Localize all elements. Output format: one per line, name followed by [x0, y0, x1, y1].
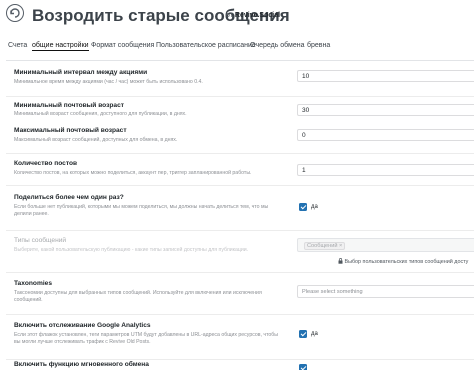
- setting-max-age: Максимальный почтовый возраст Максимальн…: [6, 124, 474, 154]
- page-header: Возродить старые сообщения от Revive.Soc…: [0, 0, 474, 36]
- min-age-input[interactable]: 30: [297, 104, 474, 116]
- taxonomies-select[interactable]: Please select something: [297, 285, 474, 298]
- max-age-label: Максимальный почтовый возраст: [14, 127, 127, 134]
- taxonomies-label: Taxonomies: [14, 280, 52, 287]
- min-interval-label: Минимальный интервал между акциями: [14, 69, 148, 76]
- tab-logs[interactable]: бревна: [307, 42, 330, 49]
- revive-logo-icon: [6, 4, 24, 22]
- post-count-description: Количество постов, на которых можно поде…: [14, 170, 252, 176]
- lock-icon: [338, 258, 343, 264]
- post-types-description: Выберите, какой пользовательскую публика…: [14, 247, 249, 253]
- setting-post-count: Количество постов Количество постов, на …: [6, 154, 474, 186]
- share-more-label: Поделиться более чем один раз?: [14, 194, 124, 201]
- instant-share-label: Включить функцию мгновенного обмена: [14, 361, 149, 368]
- post-count-input[interactable]: 1: [297, 164, 474, 176]
- post-types-chip-label: Сообщений: [307, 243, 338, 249]
- max-age-input[interactable]: 0: [297, 129, 474, 141]
- setting-share-more: Поделиться более чем один раз? Если боль…: [6, 186, 474, 231]
- post-types-select[interactable]: Сообщений ×: [297, 238, 474, 252]
- chip-remove-icon[interactable]: ×: [339, 243, 342, 249]
- ga-tracking-check-label: да: [311, 331, 318, 337]
- share-more-description: Если больше нет публикаций, которыми мы …: [14, 204, 269, 217]
- settings-panel: Минимальный интервал между акциями Миним…: [6, 60, 474, 370]
- max-age-description: Максимальный возраст сообщений, доступны…: [14, 137, 178, 143]
- min-age-description: Минимальный возраст сообщения, доступног…: [14, 111, 187, 117]
- share-more-check-label: да: [311, 204, 318, 210]
- min-interval-input[interactable]: 10: [297, 70, 474, 82]
- plugin-byline: от Revive.Social: [226, 12, 280, 19]
- min-interval-description: Минимальное время между акциями (час / ч…: [14, 79, 203, 85]
- byline-prefix: от: [226, 12, 233, 19]
- tab-custom-schedule[interactable]: Пользовательское расписание: [156, 42, 256, 49]
- setting-instant-share: Включить функцию мгновенного обмена: [6, 360, 474, 370]
- ga-tracking-checkbox[interactable]: [299, 330, 307, 338]
- tab-post-format[interactable]: Формат сообщения: [91, 42, 154, 49]
- instant-share-checkbox[interactable]: [299, 364, 307, 370]
- taxonomies-description: Таксономии доступны для выбранных типов …: [14, 290, 262, 303]
- post-count-label: Количество постов: [14, 160, 78, 167]
- lock-note-text: Выбор пользовательских типов сообщений д…: [344, 259, 469, 265]
- setting-post-types: Типы сообщений Выберите, какой пользоват…: [6, 231, 474, 273]
- post-types-label: Типы сообщений: [14, 237, 67, 244]
- byline-name[interactable]: Revive.Social: [235, 12, 280, 19]
- setting-min-interval: Минимальный интервал между акциями Миним…: [6, 61, 474, 97]
- tab-accounts[interactable]: Счета: [8, 42, 27, 49]
- setting-min-age: Минимальный почтовый возраст Минимальный…: [6, 97, 474, 124]
- min-age-label: Минимальный почтовый возраст: [14, 102, 124, 109]
- share-more-checkbox[interactable]: [299, 203, 307, 211]
- ga-tracking-label: Включить отслеживание Google Analytics: [14, 322, 151, 329]
- tab-sharing-queue[interactable]: Очередь обмена: [250, 42, 305, 49]
- setting-ga-tracking: Включить отслеживание Google Analytics Е…: [6, 315, 474, 360]
- ga-tracking-description: Если этот флажок установлен, теги параме…: [14, 332, 278, 345]
- setting-taxonomies: Taxonomies Таксономии доступны для выбра…: [6, 273, 474, 315]
- settings-tabs: Счета общие настройки Формат сообщения П…: [0, 40, 474, 54]
- post-types-lock-note: Выбор пользовательских типов сообщений д…: [338, 258, 468, 265]
- tab-general-settings[interactable]: общие настройки: [32, 42, 89, 51]
- post-types-chip: Сообщений ×: [304, 242, 346, 250]
